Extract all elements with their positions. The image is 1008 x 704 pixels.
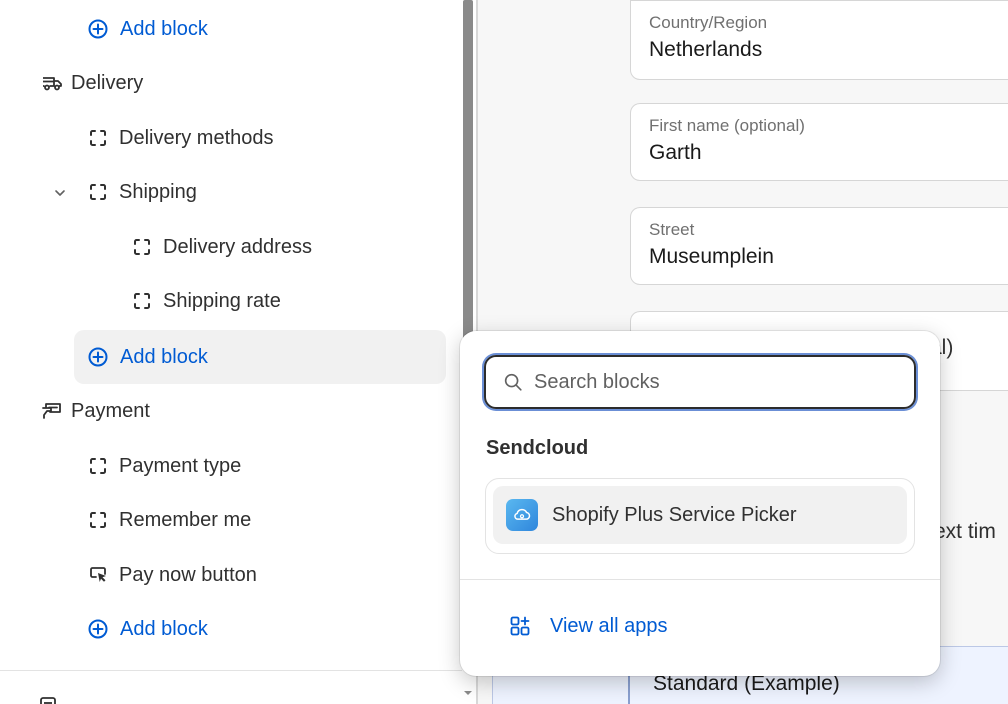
payment-cash-icon [42, 403, 61, 419]
block-label: Pay now button [119, 563, 257, 586]
app-group-card: Shopify Plus Service Picker [485, 478, 915, 554]
search-blocks-field[interactable] [484, 355, 916, 409]
chevron-down-icon[interactable] [52, 185, 68, 201]
block-placeholder-icon [90, 130, 106, 146]
field-value: Netherlands [649, 38, 763, 61]
add-block-popover: Sendcloud Shopify Plus Service Picker Vi… [460, 331, 940, 676]
block-label: Shipping [119, 180, 197, 203]
block-delivery-address[interactable]: Delivery address [130, 220, 312, 274]
add-block-label: Add block [120, 345, 208, 368]
scroll-down-arrow-icon[interactable] [462, 688, 474, 698]
block-payment-type[interactable]: Payment type [86, 439, 241, 493]
section-label: Delivery [71, 71, 144, 94]
block-label: Delivery methods [119, 126, 274, 149]
block-delivery-methods[interactable]: Delivery methods [86, 111, 274, 165]
field-value: Museumplein [649, 245, 774, 268]
block-shipping[interactable]: Shipping [86, 165, 197, 219]
block-label: Remember me [119, 508, 252, 531]
app-group-title: Sendcloud [486, 437, 589, 459]
add-block-label: Add block [120, 617, 208, 640]
apps-grid-plus-icon [510, 616, 530, 636]
add-block-button[interactable]: Add block [86, 2, 208, 56]
field-label: First name (optional) [649, 116, 805, 135]
delivery-truck-icon [43, 77, 62, 91]
add-block-label: Add block [120, 17, 208, 40]
cursor-click-icon [90, 567, 106, 582]
plus-circle-icon [88, 19, 108, 39]
plus-circle-icon [88, 347, 108, 367]
country-region-field[interactable]: Country/Region Netherlands [630, 0, 1008, 80]
view-all-apps-link[interactable]: View all apps [508, 614, 667, 638]
partial-checkbox-label: ext tim [934, 520, 996, 543]
block-label: Shipping rate [163, 289, 281, 312]
section-icon [40, 697, 56, 704]
block-placeholder-icon [90, 184, 106, 200]
block-pay-now-button[interactable]: Pay now button [86, 548, 257, 602]
block-placeholder-icon [90, 458, 106, 474]
add-block-button[interactable]: Add block [86, 602, 208, 656]
block-label: Delivery address [163, 235, 312, 258]
section-payment[interactable]: Payment [40, 384, 150, 438]
sidebar: Add block Delivery Delivery methods Ship… [0, 0, 462, 704]
plus-circle-icon [88, 619, 108, 639]
street-field[interactable]: Street Museumplein [630, 207, 1008, 285]
first-name-field[interactable]: First name (optional) Garth [630, 103, 1008, 181]
section-label: Payment [71, 399, 150, 422]
app-block-item[interactable]: Shopify Plus Service Picker [493, 486, 907, 544]
block-shipping-rate[interactable]: Shipping rate [130, 274, 281, 328]
block-placeholder-icon [134, 293, 150, 309]
search-icon [504, 373, 522, 391]
block-remember-me[interactable]: Remember me [86, 493, 251, 547]
block-placeholder-icon [90, 512, 106, 528]
field-label: Street [649, 220, 695, 239]
cloud-app-icon [506, 499, 538, 531]
add-block-button[interactable]: Add block [74, 330, 446, 384]
section-divider [0, 670, 462, 671]
view-all-apps-label: View all apps [550, 614, 668, 637]
block-label: Payment type [119, 454, 242, 477]
popover-divider [460, 579, 940, 580]
block-placeholder-icon [134, 239, 150, 255]
field-label: Country/Region [649, 13, 768, 32]
field-value: Garth [649, 141, 702, 164]
search-blocks-input[interactable] [534, 370, 874, 394]
app-block-name: Shopify Plus Service Picker [552, 503, 797, 526]
section-delivery[interactable]: Delivery [40, 56, 143, 110]
